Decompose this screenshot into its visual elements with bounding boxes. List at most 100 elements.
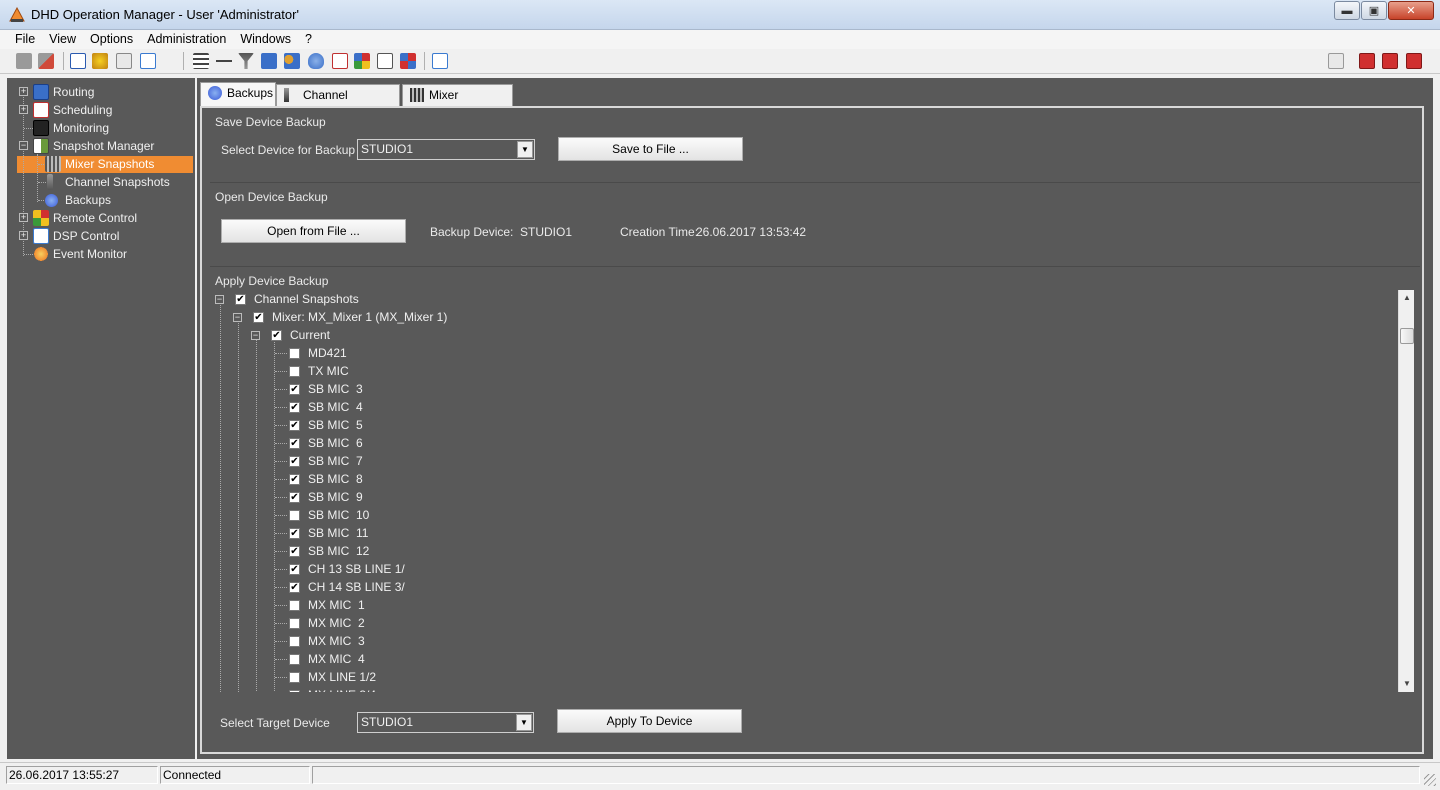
- target-device-select[interactable]: STUDIO1 ▼: [357, 712, 534, 733]
- checkbox[interactable]: [289, 366, 300, 377]
- tab-channel-snapshots[interactable]: Channel Snapshots: [276, 84, 400, 122]
- scroll-up-icon[interactable]: ▲: [1399, 290, 1415, 306]
- collapse-icon[interactable]: −: [19, 141, 28, 150]
- line-icon[interactable]: [216, 53, 232, 69]
- checkbox[interactable]: ✔: [235, 294, 246, 305]
- checkbox[interactable]: [289, 690, 300, 692]
- edit-icon[interactable]: [116, 53, 132, 69]
- nav-item-monitoring[interactable]: Monitoring: [7, 119, 195, 137]
- close-all-icon[interactable]: [1359, 53, 1375, 69]
- checkbox[interactable]: [289, 672, 300, 683]
- menu-administration[interactable]: Administration: [140, 30, 233, 49]
- expand-icon[interactable]: +: [19, 231, 28, 240]
- nav-item-mixer-snapshots[interactable]: Mixer Snapshots: [7, 155, 195, 173]
- creation-time-value: 26.06.2017 13:53:42: [696, 225, 807, 239]
- channel-label: MX LINE 1/2: [308, 670, 377, 684]
- checkbox[interactable]: ✔: [289, 564, 300, 575]
- disconnect-icon[interactable]: [38, 53, 54, 69]
- snapshot-manager-icon: [33, 138, 49, 154]
- tab-mixer-snapshots[interactable]: Mixer Snapshots: [402, 84, 513, 122]
- target-device-label: Select Target Device: [220, 716, 330, 730]
- checkbox[interactable]: ✔: [289, 582, 300, 593]
- mixer-faders-icon[interactable]: [193, 53, 209, 69]
- minimize-button[interactable]: ▬: [1334, 1, 1360, 20]
- menu-file[interactable]: File: [8, 30, 42, 49]
- collapse-icon[interactable]: −: [251, 331, 260, 340]
- save-to-file-button[interactable]: Save to File ...: [558, 137, 743, 161]
- checkbox[interactable]: ✔: [289, 420, 300, 431]
- favorites-star-icon[interactable]: [92, 53, 108, 69]
- nav-item-remote-control[interactable]: + Remote Control: [7, 209, 195, 227]
- tab-backups[interactable]: Backups: [200, 82, 276, 107]
- checkbox[interactable]: ✔: [289, 546, 300, 557]
- matrix-icon[interactable]: [400, 53, 416, 69]
- collapse-icon[interactable]: −: [233, 313, 242, 322]
- collapse-icon[interactable]: −: [215, 295, 224, 304]
- checkbox[interactable]: [289, 600, 300, 611]
- checkbox[interactable]: ✔: [289, 456, 300, 467]
- scroll-thumb[interactable]: [1400, 328, 1414, 344]
- expand-icon[interactable]: +: [19, 213, 28, 222]
- backup-device-select[interactable]: STUDIO1 ▼: [357, 139, 535, 160]
- tree-view-icon[interactable]: [70, 53, 86, 69]
- title-bar: DHD Operation Manager - User 'Administra…: [0, 0, 1440, 30]
- checkbox[interactable]: [289, 618, 300, 629]
- channel-label: CH 13 SB LINE 1/: [308, 562, 405, 576]
- checkbox[interactable]: [289, 348, 300, 359]
- properties-icon[interactable]: [140, 53, 156, 69]
- schedule-icon[interactable]: [332, 53, 348, 69]
- chevron-down-icon[interactable]: ▼: [516, 714, 532, 731]
- tree-scrollbar[interactable]: ▲ ▼: [1398, 290, 1414, 692]
- channel-label: SB MIC 11: [308, 526, 369, 540]
- checkbox[interactable]: ✔: [253, 312, 264, 323]
- maximize-button[interactable]: ▣: [1361, 1, 1387, 20]
- checkbox[interactable]: ✔: [289, 528, 300, 539]
- expand-icon[interactable]: +: [19, 105, 28, 114]
- close-window-button[interactable]: ✕: [1388, 1, 1434, 20]
- menu-windows[interactable]: Windows: [233, 30, 298, 49]
- exit-icon[interactable]: [1406, 53, 1422, 69]
- apply-to-device-button[interactable]: Apply To Device: [557, 709, 742, 733]
- channel-label: SB MIC 6: [308, 436, 363, 450]
- script-icon[interactable]: [377, 53, 393, 69]
- window-layout-icon[interactable]: [432, 53, 448, 69]
- routing-grid-icon[interactable]: [261, 53, 277, 69]
- channel-label: CH 14 SB LINE 3/: [308, 580, 405, 594]
- filter-icon[interactable]: [238, 53, 254, 69]
- nav-item-dsp-control[interactable]: + DSP Control: [7, 227, 195, 245]
- checkbox[interactable]: [289, 636, 300, 647]
- menu-options[interactable]: Options: [83, 30, 140, 49]
- chevron-down-icon[interactable]: ▼: [517, 141, 533, 158]
- nav-item-snapshot-manager[interactable]: − Snapshot Manager: [7, 137, 195, 155]
- checkbox[interactable]: ✔: [289, 492, 300, 503]
- checkbox[interactable]: [289, 654, 300, 665]
- resize-grip-icon[interactable]: [1424, 774, 1436, 786]
- scroll-down-icon[interactable]: ▼: [1399, 676, 1415, 692]
- close-active-icon[interactable]: [1382, 53, 1398, 69]
- users-icon[interactable]: [284, 53, 300, 69]
- nav-item-channel-snapshots[interactable]: Channel Snapshots: [7, 173, 195, 191]
- checkbox[interactable]: ✔: [289, 402, 300, 413]
- mixer-snapshots-icon: [410, 88, 424, 102]
- menu-view[interactable]: View: [42, 30, 83, 49]
- nav-item-event-monitor[interactable]: Event Monitor: [7, 245, 195, 263]
- device-icon[interactable]: [308, 53, 324, 69]
- open-from-file-button[interactable]: Open from File ...: [221, 219, 406, 243]
- remote-control-icon[interactable]: [354, 53, 370, 69]
- checkbox[interactable]: ✔: [271, 330, 282, 341]
- nav-item-routing[interactable]: + Routing: [7, 83, 195, 101]
- nav-item-scheduling[interactable]: + Scheduling: [7, 101, 195, 119]
- expand-icon[interactable]: +: [19, 87, 28, 96]
- channel-label: MX MIC 2: [308, 616, 365, 630]
- channel-label: MX MIC 1: [308, 598, 365, 612]
- checkbox[interactable]: [289, 510, 300, 521]
- menu-help[interactable]: ?: [298, 30, 319, 49]
- checkbox[interactable]: ✔: [289, 474, 300, 485]
- channel-snapshots-icon: [284, 88, 289, 102]
- print-icon[interactable]: [1328, 53, 1344, 69]
- dsp-control-icon: [33, 228, 49, 244]
- checkbox[interactable]: ✔: [289, 438, 300, 449]
- checkbox[interactable]: ✔: [289, 384, 300, 395]
- connect-icon[interactable]: [16, 53, 32, 69]
- nav-item-backups[interactable]: Backups: [7, 191, 195, 209]
